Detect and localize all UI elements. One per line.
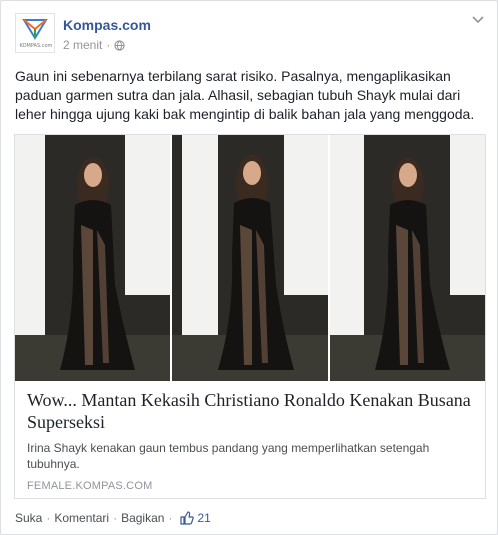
action-separator: ·	[168, 511, 173, 525]
globe-icon[interactable]	[114, 39, 125, 51]
link-attachment[interactable]: Wow... Mantan Kekasih Christiano Ronaldo…	[14, 134, 486, 499]
like-count[interactable]: 21	[180, 511, 211, 525]
photo-strip	[15, 135, 485, 381]
link-title[interactable]: Wow... Mantan Kekasih Christiano Ronaldo…	[27, 389, 477, 433]
chevron-down-icon[interactable]	[471, 15, 485, 25]
attachment-photo-1	[15, 135, 171, 381]
post-meta: 2 menit ·	[63, 38, 125, 52]
action-separator: ·	[46, 511, 51, 525]
post-header: KOMPAS.com Kompas.com 2 menit ·	[15, 13, 485, 57]
post-card: KOMPAS.com Kompas.com 2 menit · Gaun ini…	[0, 0, 498, 535]
attachment-photo-2	[172, 135, 328, 381]
link-description: Irina Shayk kenakan gaun tembus pandang …	[27, 441, 430, 471]
like-count-value: 21	[197, 511, 211, 525]
post-message: Gaun ini sebenarnya terbilang sarat risi…	[15, 68, 475, 122]
post-actions: Suka · Komentari · Bagikan · 21	[15, 511, 211, 525]
meta-separator: ·	[106, 38, 111, 52]
link-domain: FEMALE.KOMPAS.COM	[27, 480, 153, 492]
action-separator: ·	[113, 511, 118, 525]
post-timestamp[interactable]: 2 menit	[63, 38, 102, 52]
like-button[interactable]: Suka	[15, 511, 42, 525]
page-avatar[interactable]: KOMPAS.com	[15, 13, 55, 53]
page-name-link[interactable]: Kompas.com	[63, 17, 151, 33]
thumbs-up-icon	[180, 511, 195, 525]
share-button[interactable]: Bagikan	[121, 511, 164, 525]
kompas-logo-icon	[22, 19, 48, 40]
attachment-photo-3	[329, 135, 485, 381]
comment-button[interactable]: Komentari	[54, 511, 109, 525]
avatar-logo-text: KOMPAS.com	[19, 43, 53, 49]
